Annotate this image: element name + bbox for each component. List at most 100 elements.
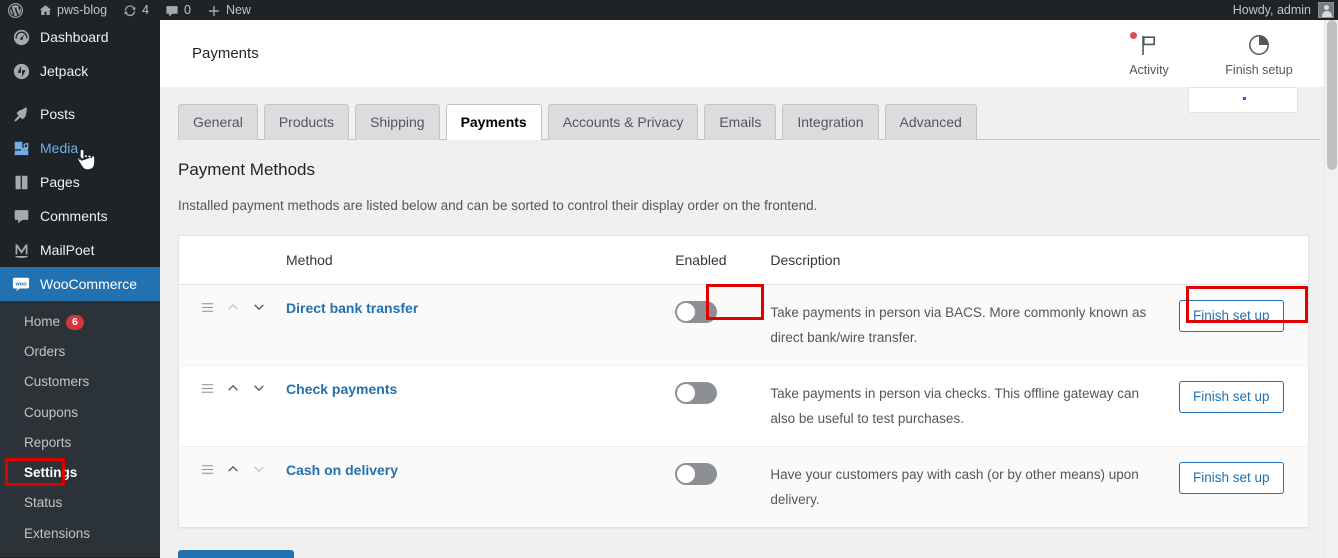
tab-label: Integration bbox=[797, 114, 864, 130]
toggle-knob bbox=[677, 384, 696, 402]
tab-integration[interactable]: Integration bbox=[782, 104, 879, 140]
finish-setup-button[interactable]: Finish setup bbox=[1222, 31, 1296, 77]
submenu-label: Reports bbox=[24, 434, 72, 450]
my-account-menu[interactable]: Howdy, admin bbox=[1233, 0, 1338, 20]
sidebar-item-settings[interactable]: Settings bbox=[0, 458, 160, 488]
new-content-menu[interactable]: New bbox=[199, 0, 259, 20]
finish-setup-button-cash-on-delivery[interactable]: Finish set up bbox=[1178, 462, 1284, 494]
save-changes-button[interactable]: Save changes bbox=[178, 550, 294, 558]
sort-handles bbox=[201, 462, 266, 476]
tab-label: Payments bbox=[460, 114, 527, 130]
updates-icon bbox=[123, 0, 137, 20]
column-header-enabled: Enabled bbox=[665, 235, 761, 285]
enable-toggle-cash-on-delivery[interactable] bbox=[675, 463, 718, 485]
howdy-label: Howdy, admin bbox=[1232, 3, 1311, 17]
wp-admin-bar: pws-blog 4 0 New Howdy, admin bbox=[0, 0, 1338, 20]
method-link-cash-on-delivery[interactable]: Cash on delivery bbox=[286, 462, 398, 478]
flag-icon bbox=[1130, 31, 1159, 59]
table-row: Cash on delivery Have your customers pay… bbox=[178, 446, 1309, 528]
sidebar-item-mailpoet[interactable]: MailPoet bbox=[0, 233, 160, 267]
section-description: Installed payment methods are listed bel… bbox=[178, 198, 818, 213]
sidebar-item-woocommerce[interactable]: woo WooCommerce bbox=[0, 267, 168, 301]
wordpress-logo-menu[interactable] bbox=[0, 0, 31, 20]
finish-setup-button-check-payments[interactable]: Finish set up bbox=[1178, 381, 1284, 413]
table-header-row: Method Enabled Description bbox=[178, 235, 1309, 285]
move-down-icon[interactable] bbox=[252, 300, 266, 314]
sidebar-item-dashboard[interactable]: Dashboard bbox=[0, 20, 160, 54]
method-link-check-payments[interactable]: Check payments bbox=[286, 381, 397, 397]
move-up-icon[interactable] bbox=[226, 381, 240, 395]
dashboard-icon bbox=[11, 27, 31, 47]
row-method-cell: Check payments bbox=[276, 365, 666, 447]
column-header-action bbox=[1168, 235, 1309, 285]
row-method-cell: Direct bank transfer bbox=[276, 284, 666, 366]
row-enabled-cell bbox=[665, 365, 761, 447]
method-link-direct-bank-transfer[interactable]: Direct bank transfer bbox=[286, 300, 418, 316]
submenu-label: Extensions bbox=[24, 525, 91, 541]
method-description: Have your customers pay with cash (or by… bbox=[770, 467, 1139, 507]
drag-handle-icon[interactable] bbox=[201, 301, 214, 314]
method-description: Take payments in person via checks. This… bbox=[770, 386, 1140, 426]
activity-button[interactable]: Activity bbox=[1112, 31, 1186, 77]
sidebar-item-customers[interactable]: Customers bbox=[0, 367, 160, 397]
tab-shipping[interactable]: Shipping bbox=[355, 104, 440, 140]
submenu-label: Status bbox=[24, 495, 63, 511]
column-header-description: Description bbox=[760, 235, 1169, 285]
enable-toggle-direct-bank-transfer[interactable] bbox=[675, 301, 718, 323]
section-title: Payment Methods bbox=[178, 160, 316, 179]
sidebar-item-home[interactable]: Home 6 bbox=[0, 307, 160, 337]
payment-methods-section: Payment Methods Installed payment method… bbox=[160, 140, 1338, 528]
sidebar-item-coupons[interactable]: Coupons bbox=[0, 398, 160, 428]
header-actions: Activity Finish setup bbox=[1112, 31, 1314, 77]
media-icon bbox=[11, 138, 31, 158]
row-method-cell: Cash on delivery bbox=[276, 446, 666, 528]
mailpoet-icon bbox=[11, 240, 31, 260]
move-down-icon[interactable] bbox=[252, 381, 266, 395]
save-bar: Save changes bbox=[160, 528, 1338, 558]
sidebar-item-orders[interactable]: Orders bbox=[0, 337, 160, 367]
row-sort-cell bbox=[178, 365, 276, 447]
sidebar-item-comments[interactable]: Comments bbox=[0, 199, 160, 233]
enable-toggle-check-payments[interactable] bbox=[675, 382, 718, 404]
tab-advanced[interactable]: Advanced bbox=[884, 104, 977, 140]
drag-handle-icon[interactable] bbox=[201, 463, 214, 476]
plus-icon bbox=[207, 0, 221, 20]
site-name-label: pws-blog bbox=[57, 3, 108, 17]
comments-menu[interactable]: 0 bbox=[157, 0, 199, 20]
page-scrollbar[interactable] bbox=[1324, 20, 1338, 558]
column-header-sort bbox=[178, 235, 276, 285]
move-up-icon[interactable] bbox=[226, 300, 240, 314]
updates-count: 4 bbox=[142, 3, 149, 17]
finish-setup-button-direct-bank-transfer[interactable]: Finish set up bbox=[1178, 300, 1284, 332]
tab-payments[interactable]: Payments bbox=[445, 104, 542, 140]
notification-dot bbox=[1130, 31, 1137, 39]
toggle-knob bbox=[677, 303, 696, 321]
drag-handle-icon[interactable] bbox=[201, 382, 214, 395]
comment-bubble-icon bbox=[11, 206, 31, 226]
sidebar-item-label: Dashboard bbox=[40, 29, 109, 45]
submenu-label: Orders bbox=[24, 344, 66, 360]
sidebar-item-label: Jetpack bbox=[40, 63, 89, 79]
scrollbar-thumb[interactable] bbox=[1327, 20, 1337, 170]
sort-handles bbox=[201, 300, 266, 314]
row-action-cell: Finish set up bbox=[1168, 446, 1309, 528]
updates-menu[interactable]: 4 bbox=[115, 0, 157, 20]
tab-emails[interactable]: Emails bbox=[704, 104, 777, 140]
row-sort-cell bbox=[178, 446, 276, 528]
site-name-menu[interactable]: pws-blog bbox=[31, 0, 115, 20]
table-row: Check payments Take payments in person v… bbox=[178, 365, 1309, 447]
row-enabled-cell bbox=[665, 446, 761, 528]
new-content-label: New bbox=[225, 3, 251, 17]
woocommerce-icon: woo bbox=[11, 274, 31, 294]
tab-accounts-privacy[interactable]: Accounts & Privacy bbox=[547, 104, 699, 140]
sidebar-item-extensions[interactable]: Extensions bbox=[0, 519, 160, 549]
sidebar-item-status[interactable]: Status bbox=[0, 488, 160, 518]
sidebar-item-jetpack[interactable]: Jetpack bbox=[0, 54, 160, 88]
move-up-icon[interactable] bbox=[226, 462, 240, 476]
tab-general[interactable]: General bbox=[178, 104, 258, 140]
tab-products[interactable]: Products bbox=[263, 104, 350, 140]
pie-progress-icon bbox=[1248, 31, 1270, 59]
sidebar-item-posts[interactable]: Posts bbox=[0, 97, 160, 131]
sidebar-item-reports[interactable]: Reports bbox=[0, 428, 160, 458]
move-down-icon[interactable] bbox=[252, 462, 266, 476]
